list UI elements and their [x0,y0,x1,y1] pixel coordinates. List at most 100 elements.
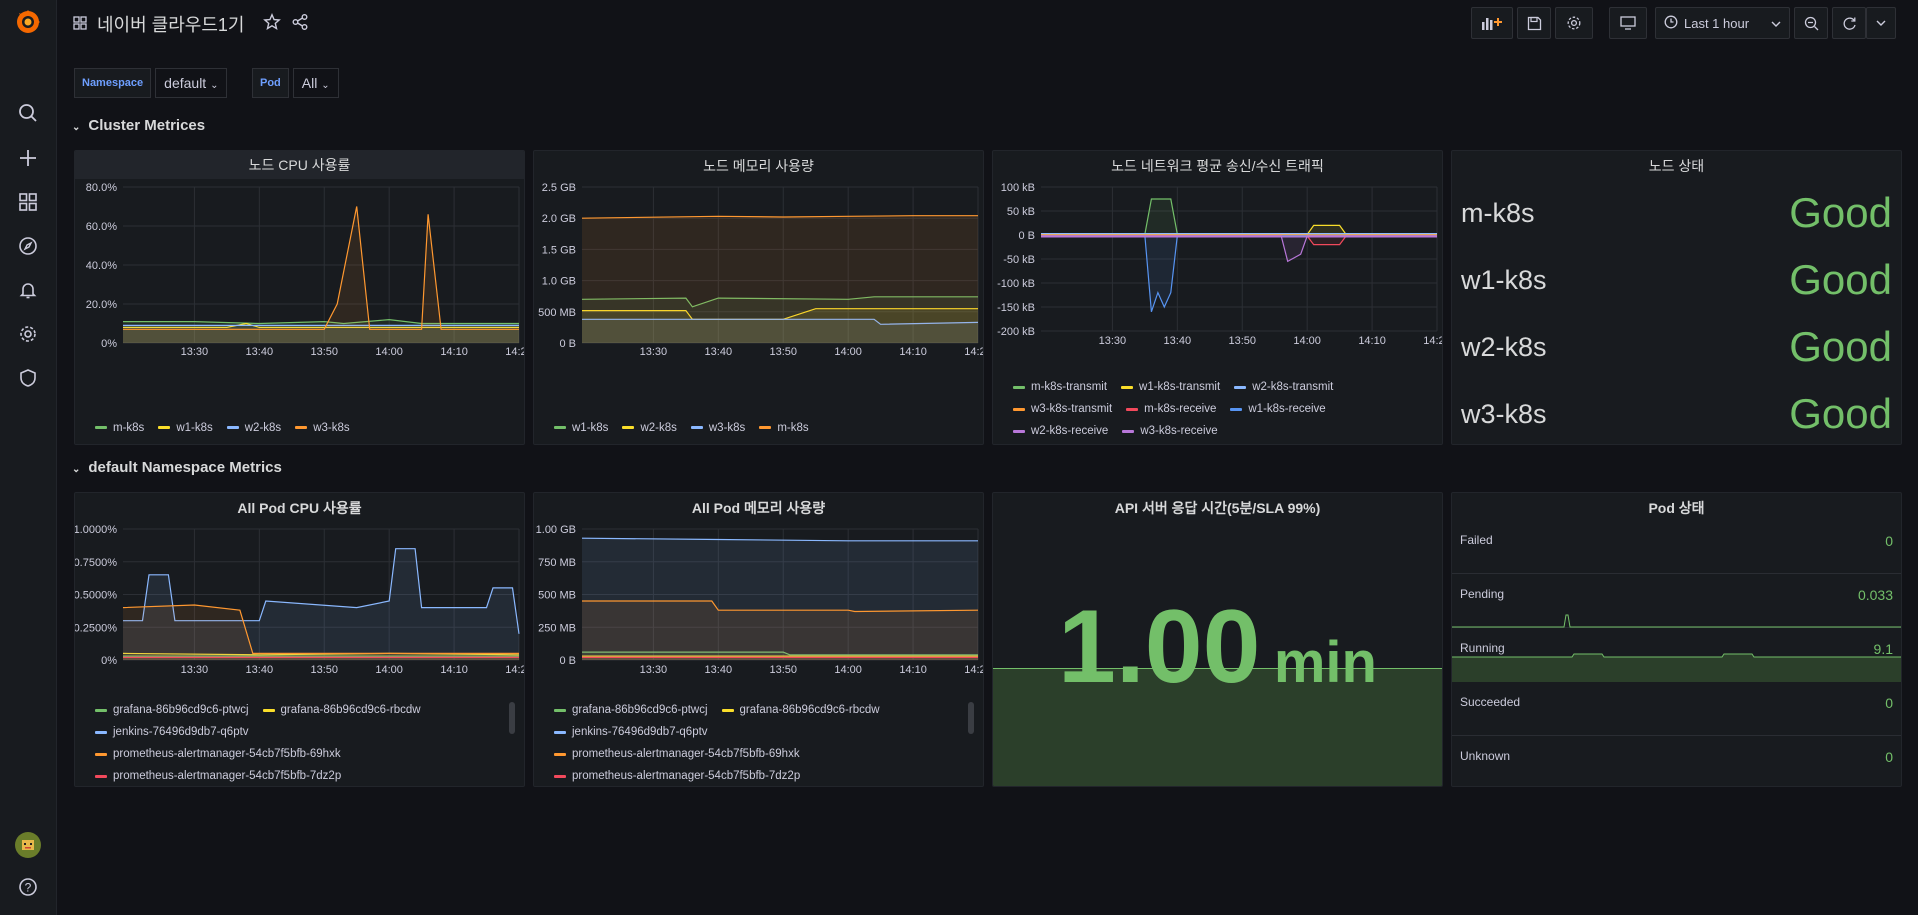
legend-item[interactable]: m-k8s-transmit [1013,377,1107,398]
legend-item[interactable]: w3-k8s [295,422,350,434]
legend-item[interactable]: m-k8s-receive [1126,399,1216,420]
explore-icon[interactable] [14,232,42,260]
legend-label: w2-k8s [244,421,282,434]
y-tick-label: 20.0% [86,299,117,311]
grafana-logo-icon[interactable] [14,8,42,36]
legend-item[interactable]: prometheus-alertmanager-54cb7f5bfb-69hxk [95,744,341,765]
running-sparkline [1452,653,1901,682]
legend-scrollbar[interactable] [509,702,515,734]
bell-icon[interactable] [14,276,42,304]
legend-item[interactable]: w2-k8s-receive [1013,421,1108,442]
panel-title[interactable]: All Pod 메모리 사용량 [534,498,983,518]
legend-label: grafana-86b96cd9c6-ptwcj [572,704,708,716]
legend-item[interactable]: prometheus-alertmanager-54cb7f5bfb-7dz2p [554,766,800,786]
panel-title[interactable]: 노드 메모리 사용량 [534,156,983,176]
legend-item[interactable]: m-k8s [95,422,144,434]
panel-title[interactable]: 노드 CPU 사용률 [75,151,524,179]
legend-item[interactable]: w3-k8s-transmit [1013,399,1112,420]
panel-node-memory[interactable]: 노드 메모리 사용량 0 B 500 MB 1.0 GB 1.5 GB 2.0 GB 2.… [533,150,984,445]
legend-item[interactable]: prometheus-alertmanager-54cb7f5bfb-69hxk [554,744,800,765]
legend-item[interactable]: w1-k8s [554,422,608,434]
pod-status-name: Succeeded [1460,695,1521,709]
row-namespace-metrics[interactable]: ⌄ default Namespace Metrics [72,459,282,476]
y-tick-label: 40.0% [86,260,117,272]
legend-swatch [95,709,107,712]
refresh-icon[interactable] [1832,7,1866,39]
pod-status-value: 0 [1885,749,1893,765]
clock-icon [1664,15,1678,32]
x-tick-label: 13:30 [181,664,209,676]
panel-title[interactable]: All Pod CPU 사용률 [75,498,524,518]
gear-icon[interactable] [14,320,42,348]
zoom-out-icon[interactable] [1794,7,1828,39]
save-icon[interactable] [1517,7,1551,39]
refresh-interval-chevron-icon[interactable] [1866,7,1896,39]
panel-title[interactable]: 노드 네트워크 평균 송신/수신 트래픽 [993,156,1442,176]
panel-title-text: Pod 상태 [1648,500,1705,516]
panel-title[interactable]: 노드 상태 [1452,156,1901,176]
row-title-text: Cluster Metrices [88,117,206,134]
panel-pod-status[interactable]: Pod 상태 Failed 0 Pending 0.033 Running 9.1 S… [1451,492,1902,787]
plus-icon[interactable] [14,144,42,172]
y-tick-label: 250 MB [538,622,576,634]
legend-swatch [1121,386,1134,389]
time-range-label: Last 1 hour [1684,15,1750,31]
legend-swatch [1013,386,1025,389]
x-tick-label: 13:30 [640,664,668,676]
legend-label: m-k8s [777,421,809,434]
settings-gear-icon[interactable] [1555,7,1593,39]
time-range-picker[interactable]: Last 1 hour [1655,7,1790,39]
shield-icon[interactable] [14,364,42,392]
dashboard-title[interactable]: 네이버 클라우드1기 [97,11,245,37]
share-icon[interactable] [291,13,309,36]
help-icon[interactable]: ? [14,873,42,901]
legend-item[interactable]: w2-k8s [226,421,282,434]
row-cluster-metrics[interactable]: ⌄ Cluster Metrices [72,117,206,134]
legend-item[interactable]: w2-k8s-transmit [1234,377,1333,398]
panel-pod-cpu[interactable]: All Pod CPU 사용률 0% 0.2500% 0.5000% 0.7500% 1… [74,492,525,787]
x-tick-label: 13:50 [1228,335,1256,347]
legend-item[interactable]: grafana-86b96cd9c6-rbcdw [262,700,421,721]
panel-node-cpu[interactable]: 노드 CPU 사용률 0% 20.0% 40.0% 60.0% 80.0% 13:30 13… [74,150,525,445]
legend-item[interactable]: jenkins-76496d9db7-q6ptv [554,722,708,743]
legend-label: w3-k8s [708,421,746,434]
legend-item[interactable]: w1-k8s [158,422,213,434]
legend-item[interactable]: grafana-86b96cd9c6-rbcdw [721,700,880,721]
legend-item[interactable]: jenkins-76496d9db7-q6ptv [95,722,249,743]
panel-api-response[interactable]: API 서버 응답 시간(5분/SLA 99%) 1.00 min [992,492,1443,787]
x-tick-label: 13:40 [246,664,274,676]
node-status-value: Good [1789,189,1892,236]
panel-title[interactable]: API 서버 응답 시간(5분/SLA 99%) [993,498,1442,518]
star-icon[interactable] [262,12,281,36]
avatar[interactable] [14,831,42,859]
dashboards-grid-icon[interactable] [73,14,87,35]
legend-scrollbar[interactable] [968,702,974,734]
legend-item[interactable]: w1-k8s-transmit [1121,377,1220,398]
legend-label: grafana-86b96cd9c6-ptwcj [113,704,249,716]
legend-item[interactable]: w2-k8s [622,422,677,434]
panel-title[interactable]: Pod 상태 [1452,498,1901,518]
x-tick-label: 14:10 [440,346,468,358]
panel-node-network[interactable]: 노드 네트워크 평균 송신/수신 트래픽 -200 kB -150 kB -100 … [992,150,1443,445]
legend-item[interactable]: prometheus-alertmanager-54cb7f5bfb-7dz2p [95,766,341,786]
legend-swatch [554,753,566,756]
legend: m-k8s-transmit w1-k8s-transmit w2-k8s-tran… [1013,376,1433,442]
panel-pod-memory[interactable]: All Pod 메모리 사용량 0 B 250 MB 500 MB 750 MB 1.0… [533,492,984,787]
search-icon[interactable] [14,99,42,127]
namespace-select[interactable]: default ⌄ [155,68,228,98]
pod-value: All [301,75,318,91]
legend-item[interactable]: w1-k8s-receive [1230,399,1326,420]
add-panel-button[interactable] [1471,7,1513,39]
panel-node-status[interactable]: 노드 상태 m-k8s Good w1-k8s Good w2-k8s Good w3… [1451,150,1902,445]
legend-item[interactable]: grafana-86b96cd9c6-ptwcj [95,700,249,721]
x-tick-label: 13:40 [246,346,274,358]
legend-item[interactable]: w3-k8s-receive [1122,421,1218,442]
namespace-label: Namespace [74,68,152,98]
dashboards-icon[interactable] [14,188,42,216]
legend-item[interactable]: grafana-86b96cd9c6-ptwcj [554,700,708,721]
legend: grafana-86b96cd9c6-ptwcj grafana-86b96cd9… [95,699,495,786]
legend-item[interactable]: m-k8s [759,421,809,434]
legend-item[interactable]: w3-k8s [690,421,746,434]
pod-select[interactable]: All ⌄ [292,68,339,98]
tv-mode-icon[interactable] [1609,7,1647,39]
